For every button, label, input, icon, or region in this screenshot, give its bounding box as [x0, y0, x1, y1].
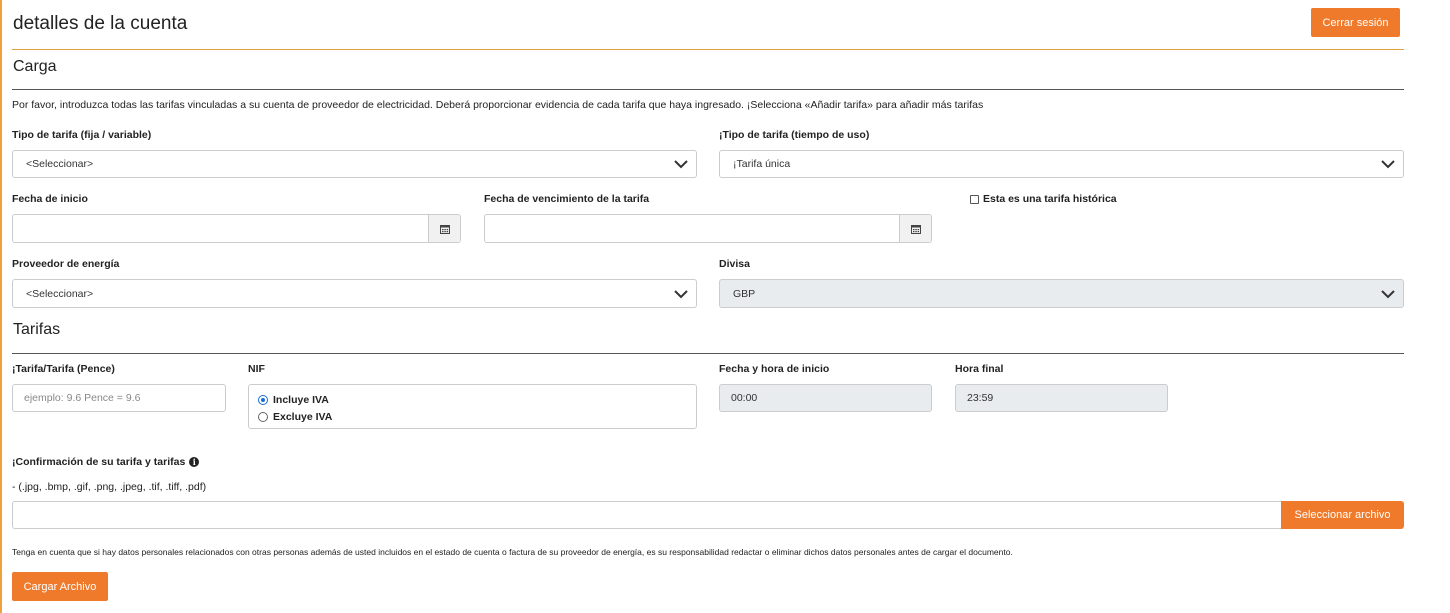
currency-select[interactable]: GBP: [719, 279, 1404, 308]
historic-tariff-option[interactable]: Esta es una tarifa histórica: [970, 193, 1117, 205]
tariff-type-label: Tipo de tarifa (fija / variable): [12, 129, 152, 141]
upload-section-divider: [12, 89, 1404, 90]
logout-button[interactable]: Cerrar sesión: [1311, 8, 1400, 37]
start-time-field[interactable]: 00:00: [719, 384, 932, 412]
chevron-down-icon: [674, 160, 688, 169]
end-time-label: Hora final: [955, 363, 1004, 375]
tariffs-section-divider: [12, 353, 1404, 354]
expiry-date-picker-button[interactable]: [899, 215, 931, 242]
vat-option-include[interactable]: Incluye IVA: [258, 391, 687, 408]
left-accent-bar: [0, 0, 2, 613]
confirmation-label: ¡Confirmación de su tarifa y tarifas: [12, 456, 186, 468]
end-time-value: 23:59: [967, 392, 994, 404]
upload-file-button[interactable]: Cargar Archivo: [12, 572, 108, 601]
chevron-down-icon: [674, 289, 688, 298]
start-time-value: 00:00: [731, 392, 758, 404]
upload-section-title: Carga: [13, 58, 57, 75]
vat-exclude-label: Excluye IVA: [273, 410, 333, 423]
provider-label: Proveedor de energía: [12, 258, 120, 270]
chevron-down-icon: [1381, 160, 1395, 169]
provider-select[interactable]: <Seleccionar>: [12, 279, 697, 308]
tou-value: ¡Tarifa única: [733, 158, 791, 170]
rate-input[interactable]: ejemplo: 9.6 Pence = 9.6: [12, 384, 226, 412]
page-title: detalles de la cuenta: [13, 13, 188, 34]
tariff-type-select[interactable]: <Seleccionar>: [12, 150, 697, 178]
start-date-field[interactable]: [12, 214, 461, 243]
tariff-type-value: <Seleccionar>: [26, 158, 94, 170]
info-icon[interactable]: i: [189, 457, 200, 467]
calendar-icon: [910, 224, 921, 234]
tariffs-section-title: Tarifas: [13, 321, 61, 338]
confirmation-label-row: ¡Confirmación de su tarifa y tarifas i: [12, 456, 200, 468]
tou-label: ¡Tipo de tarifa (tiempo de uso): [719, 129, 870, 141]
vat-include-label: Incluye IVA: [273, 393, 329, 406]
start-time-label: Fecha y hora de inicio: [719, 363, 830, 375]
file-path-input[interactable]: [12, 501, 1281, 529]
historic-tariff-label: Esta es una tarifa histórica: [983, 193, 1117, 205]
currency-value: GBP: [733, 287, 756, 300]
start-date-picker-button[interactable]: [428, 215, 460, 242]
expiry-date-field[interactable]: [484, 214, 932, 243]
vat-option-exclude[interactable]: Excluye IVA: [258, 408, 687, 425]
currency-label: Divisa: [719, 258, 750, 270]
select-file-button[interactable]: Seleccionar archivo: [1281, 501, 1404, 529]
file-types-hint: - (.jpg, .bmp, .gif, .png, .jpeg, .tif, …: [12, 481, 207, 493]
chevron-down-icon: [1381, 289, 1395, 298]
vat-exclude-radio[interactable]: [258, 411, 268, 422]
header-divider: [12, 49, 1404, 50]
nif-label: NIF: [248, 363, 265, 375]
historic-tariff-checkbox[interactable]: [970, 194, 979, 204]
vat-include-radio[interactable]: [258, 394, 268, 405]
start-date-label: Fecha de inicio: [12, 193, 88, 205]
expiry-date-label: Fecha de vencimiento de la tarifa: [484, 193, 650, 205]
privacy-note: Tenga en cuenta que si hay datos persona…: [12, 547, 1013, 557]
provider-value: <Seleccionar>: [26, 287, 94, 300]
tou-select[interactable]: ¡Tarifa única: [719, 150, 1404, 178]
end-time-field[interactable]: 23:59: [955, 384, 1168, 412]
intro-text: Por favor, introduzca todas las tarifas …: [12, 99, 984, 111]
calendar-icon: [439, 224, 450, 234]
vat-radio-group: Incluye IVA Excluye IVA: [248, 384, 697, 429]
rate-label: ¡Tarifa/Tarifa (Pence): [12, 363, 115, 375]
rate-placeholder: ejemplo: 9.6 Pence = 9.6: [24, 392, 141, 404]
